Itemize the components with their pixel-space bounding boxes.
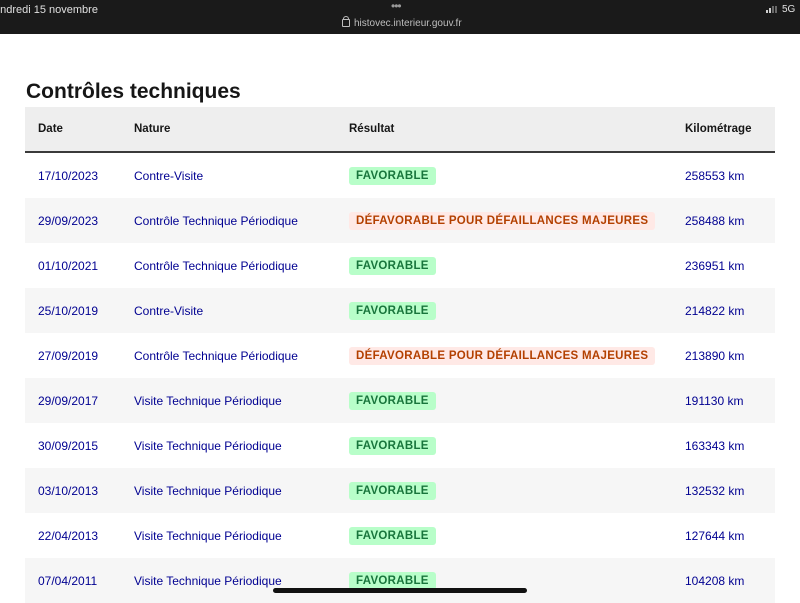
- controls-table: Date Nature Résultat Kilométrage 17/10/2…: [25, 107, 775, 603]
- address-url: histovec.interieur.gouv.fr: [354, 18, 462, 29]
- tab-options-icon[interactable]: •••: [391, 0, 411, 12]
- table-row: 03/10/2013 Visite Technique Périodique FAV…: [25, 468, 775, 513]
- result-badge: FAVORABLE: [349, 166, 436, 185]
- result-badge: FAVORABLE: [349, 256, 436, 275]
- cell-kilometrage: 191130 km: [685, 393, 744, 408]
- browser-status-bar: endredi 15 novembre ••• histovec.interie…: [0, 0, 800, 34]
- table-row: 17/10/2023 Contre-Visite FAVORABLE 258553 k…: [25, 152, 775, 198]
- cell-resultat: FAVORABLE: [349, 513, 685, 558]
- result-badge: FAVORABLE: [349, 481, 436, 500]
- header-date: Date: [25, 107, 134, 153]
- cell-resultat: FAVORABLE: [349, 423, 685, 468]
- table-body: 17/10/2023 Contre-Visite FAVORABLE 258553 k…: [25, 152, 775, 603]
- lock-icon: [342, 16, 350, 27]
- cell-nature: Visite Technique Périodique: [134, 393, 282, 408]
- result-badge: DÉFAVORABLE POUR DÉFAILLANCES MAJEURES: [349, 211, 656, 230]
- cell-nature: Contre-Visite: [134, 168, 204, 183]
- result-badge: DÉFAVORABLE POUR DÉFAILLANCES MAJEURES: [349, 346, 656, 365]
- table-row: 01/10/2021 Contrôle Technique Périodique F…: [25, 243, 775, 288]
- cell-date: 29/09/2023: [38, 213, 99, 228]
- table-row: 07/04/2011 Visite Technique Périodique FAV…: [25, 558, 775, 603]
- result-badge: FAVORABLE: [349, 571, 436, 590]
- table-row: 22/04/2013 Visite Technique Périodique FAV…: [25, 513, 775, 558]
- cell-nature: Visite Technique Périodique: [134, 483, 282, 498]
- cell-nature: Contrôle Technique Périodique: [134, 348, 298, 363]
- cell-kilometrage: 236951 km: [685, 258, 745, 273]
- header-kilometrage: Kilométrage: [685, 107, 775, 153]
- cell-kilometrage: 214822 km: [685, 303, 745, 318]
- signal-strength-icon: [766, 6, 778, 13]
- table-row: 29/09/2023 Contrôle Technique Périodique D…: [25, 198, 775, 243]
- result-badge: FAVORABLE: [349, 526, 436, 545]
- header-nature: Nature: [134, 107, 349, 153]
- cell-date: 25/10/2019: [38, 303, 99, 318]
- cell-resultat: DÉFAVORABLE POUR DÉFAILLANCES MAJEURES: [349, 198, 685, 243]
- result-badge: FAVORABLE: [349, 391, 436, 410]
- cell-nature: Contre-Visite: [134, 303, 204, 318]
- cell-kilometrage: 132532 km: [685, 483, 745, 498]
- cell-resultat: FAVORABLE: [349, 468, 685, 513]
- cell-resultat: FAVORABLE: [349, 288, 685, 333]
- network-type: 5G: [782, 4, 796, 15]
- cell-kilometrage: 127644 km: [685, 528, 745, 543]
- cell-date: 29/09/2017: [38, 393, 99, 408]
- header-resultat: Résultat: [349, 107, 685, 153]
- cell-resultat: FAVORABLE: [349, 243, 685, 288]
- cell-nature: Contrôle Technique Périodique: [134, 213, 298, 228]
- result-badge: FAVORABLE: [349, 301, 436, 320]
- cell-nature: Contrôle Technique Périodique: [134, 258, 298, 273]
- table-row: 29/09/2017 Visite Technique Périodique FAV…: [25, 378, 775, 423]
- page-title: Contrôles techniques: [26, 80, 241, 103]
- cell-date: 01/10/2021: [38, 258, 99, 273]
- table-row: 27/09/2019 Contrôle Technique Périodique D…: [25, 333, 775, 378]
- cell-kilometrage: 213890 km: [685, 348, 745, 363]
- cell-nature: Visite Technique Périodique: [134, 528, 282, 543]
- cell-kilometrage: 104208 km: [685, 573, 745, 588]
- status-date: endredi 15 novembre: [0, 4, 98, 16]
- cell-date: 27/09/2019: [38, 348, 99, 363]
- cell-nature: Visite Technique Périodique: [134, 573, 282, 588]
- table-header-row: Date Nature Résultat Kilométrage: [25, 107, 775, 153]
- address-bar[interactable]: histovec.interieur.gouv.fr: [342, 16, 462, 29]
- cell-resultat: DÉFAVORABLE POUR DÉFAILLANCES MAJEURES: [349, 333, 685, 378]
- cell-resultat: FAVORABLE: [349, 152, 685, 198]
- cell-date: 07/04/2011: [38, 573, 98, 588]
- home-indicator[interactable]: [273, 588, 527, 593]
- table-row: 25/10/2019 Contre-Visite FAVORABLE 214822 k…: [25, 288, 775, 333]
- table-row: 30/09/2015 Visite Technique Périodique FAV…: [25, 423, 775, 468]
- cell-kilometrage: 163343 km: [685, 438, 745, 453]
- cell-date: 22/04/2013: [38, 528, 99, 543]
- cell-kilometrage: 258488 km: [685, 213, 745, 228]
- cell-resultat: FAVORABLE: [349, 558, 685, 603]
- cell-date: 17/10/2023: [38, 168, 99, 183]
- cell-kilometrage: 258553 km: [685, 168, 745, 183]
- result-badge: FAVORABLE: [349, 436, 436, 455]
- cell-date: 03/10/2013: [38, 483, 99, 498]
- cell-date: 30/09/2015: [38, 438, 99, 453]
- cell-nature: Visite Technique Périodique: [134, 438, 282, 453]
- cell-resultat: FAVORABLE: [349, 378, 685, 423]
